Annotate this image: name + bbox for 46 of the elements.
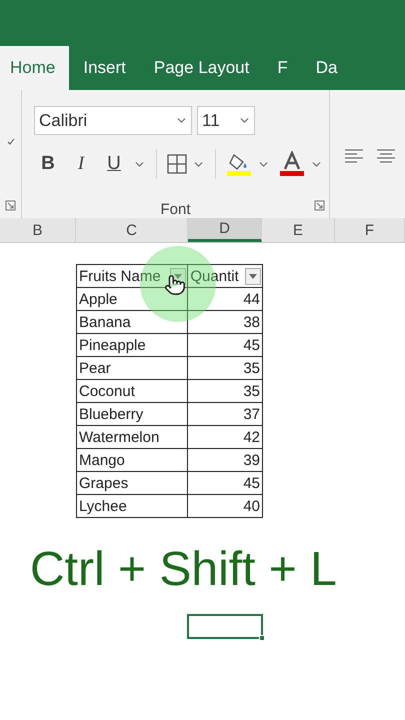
format-button[interactable]: U	[100, 150, 128, 178]
dropdown-arrow-icon	[249, 274, 257, 278]
table-cell: 44	[188, 288, 262, 310]
table-cell: Blueberry	[76, 402, 188, 426]
table-cell: 45	[188, 334, 262, 356]
align-center-icon[interactable]	[376, 148, 396, 164]
dropdown-arrow-icon	[174, 274, 182, 278]
table-cell: Grapes	[76, 472, 188, 494]
ribbon-tab[interactable]: F	[263, 46, 302, 90]
table-cell: 38	[188, 310, 262, 334]
fill-color-icon[interactable]	[226, 151, 252, 177]
table-cell: 42	[188, 426, 262, 448]
header-text: Quantit	[190, 268, 239, 284]
table-cell: Watermelon	[76, 426, 188, 448]
font-name-field[interactable]: Calibri	[34, 106, 192, 135]
dialog-launcher-icon[interactable]	[5, 200, 16, 211]
table-cell: 35	[188, 380, 262, 402]
dialog-launcher-icon[interactable]	[314, 200, 325, 211]
table-cell: 35	[188, 356, 262, 380]
column-header[interactable]: D	[188, 218, 262, 242]
ribbon-tab[interactable]: Da	[302, 46, 352, 90]
table-cell: Pineapple	[76, 334, 188, 356]
font-color-icon[interactable]	[279, 151, 305, 177]
borders-icon[interactable]	[167, 154, 187, 174]
ribbon-tab[interactable]: Page Layout	[140, 46, 264, 90]
ribbon-tab[interactable]: Home	[0, 46, 70, 90]
table-cell: Mango	[76, 448, 188, 472]
fill-handle[interactable]	[259, 635, 265, 641]
shortcut-caption: Ctrl + Shift + L	[30, 542, 338, 597]
selected-cell[interactable]	[187, 614, 263, 639]
format-button[interactable]: B	[34, 150, 62, 178]
group-label: Font	[160, 201, 190, 218]
align-left-icon[interactable]	[344, 148, 364, 164]
table-cell: Pear	[76, 356, 188, 380]
table-cell: 39	[188, 448, 262, 472]
table-cell: Banana	[76, 310, 188, 334]
table-cell: Lychee	[76, 494, 188, 518]
checkmark-icon	[6, 138, 14, 146]
table-cell: Coconut	[76, 380, 188, 402]
header-text: Fruits Name	[79, 268, 161, 284]
ribbon-tab[interactable]: Insert	[69, 46, 140, 90]
table-cell: 40	[188, 494, 262, 518]
font-size-field[interactable]: 11	[197, 106, 255, 135]
table-cell: 37	[188, 402, 262, 426]
format-button[interactable]: I	[67, 150, 95, 178]
table-cell: 45	[188, 472, 262, 494]
